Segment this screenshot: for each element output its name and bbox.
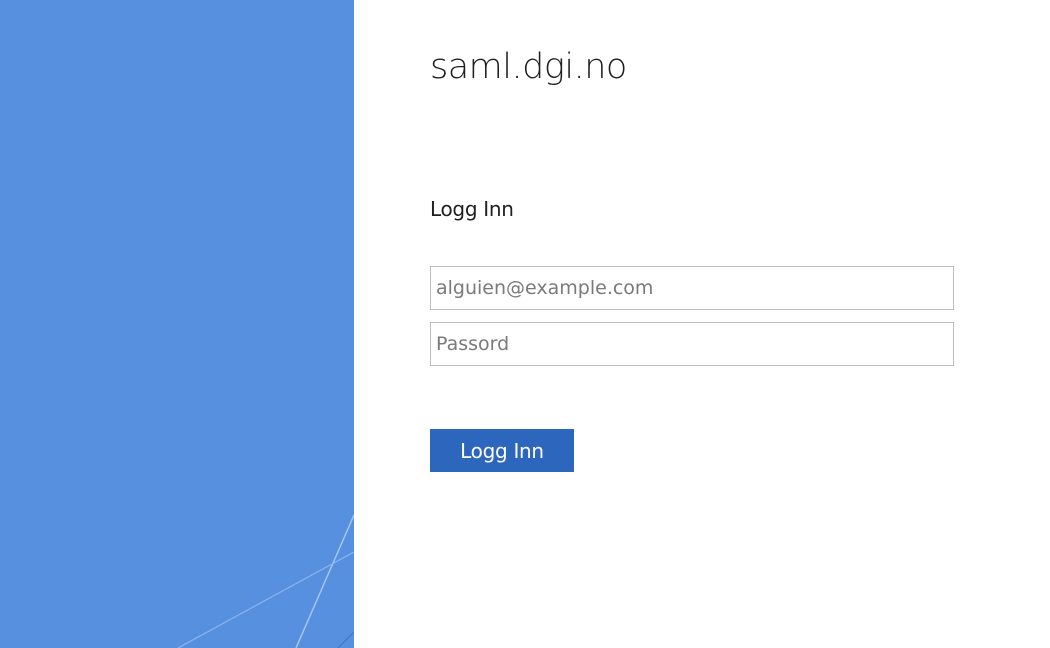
login-heading: Logg Inn	[430, 197, 514, 221]
decorative-lines-graphic	[177, 514, 354, 648]
company-name: saml.dgi.no	[430, 47, 627, 87]
decorative-line	[337, 631, 354, 648]
sign-in-button[interactable]: Logg Inn	[430, 429, 574, 472]
password-input[interactable]	[430, 322, 954, 366]
username-input[interactable]	[430, 266, 954, 310]
background-illustration	[0, 0, 354, 648]
decorative-line	[177, 551, 354, 648]
login-panel: saml.dgi.no Logg Inn Logg Inn	[430, 0, 990, 648]
decorative-line	[295, 514, 354, 648]
sign-in-page: saml.dgi.no Logg Inn Logg Inn	[0, 0, 1050, 648]
